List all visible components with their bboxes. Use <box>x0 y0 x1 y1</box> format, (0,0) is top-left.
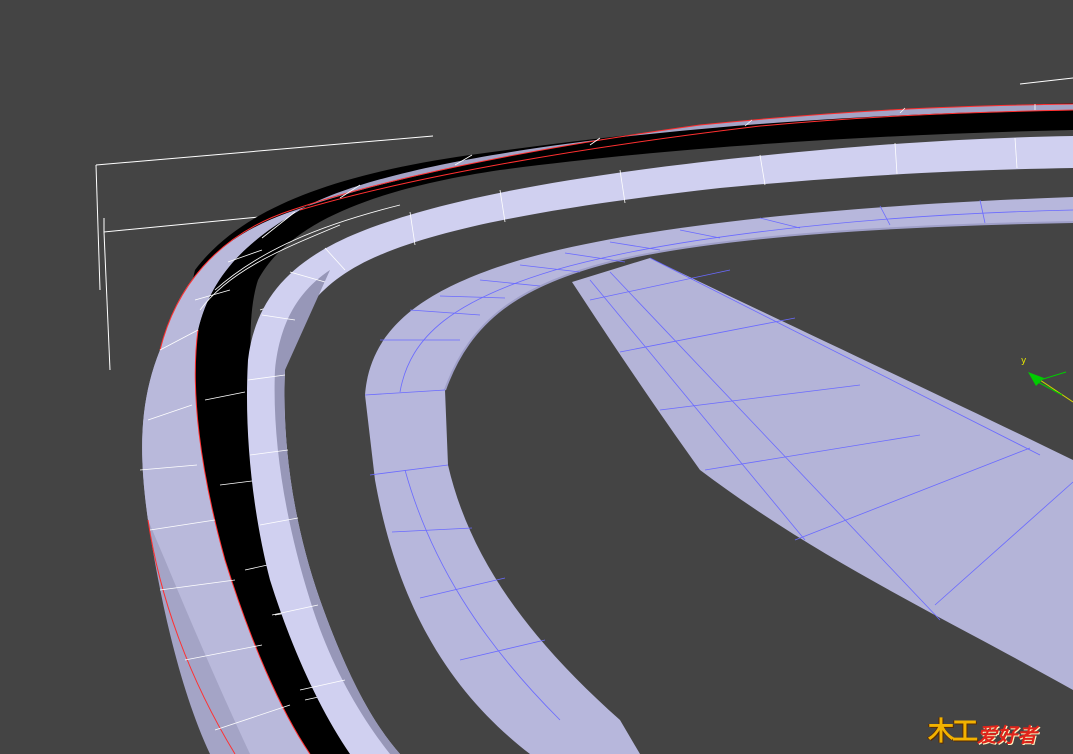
transform-gizmo[interactable]: y <box>1021 356 1073 403</box>
gizmo-x-axis[interactable] <box>1039 379 1073 403</box>
gizmo-y-label: y <box>1021 356 1027 366</box>
logo-text: 爱好者 <box>977 723 1037 747</box>
perspective-viewport[interactable]: y 木工 爱好者 <box>0 0 1073 754</box>
seat-panel-mesh <box>572 257 1073 690</box>
watermark-logo: 木工 爱好者 <box>928 711 1037 748</box>
gizmo-z-axis[interactable] <box>1039 371 1067 381</box>
logo-mark: 木工 <box>927 717 978 747</box>
viewport-scene[interactable]: y <box>0 0 1073 754</box>
